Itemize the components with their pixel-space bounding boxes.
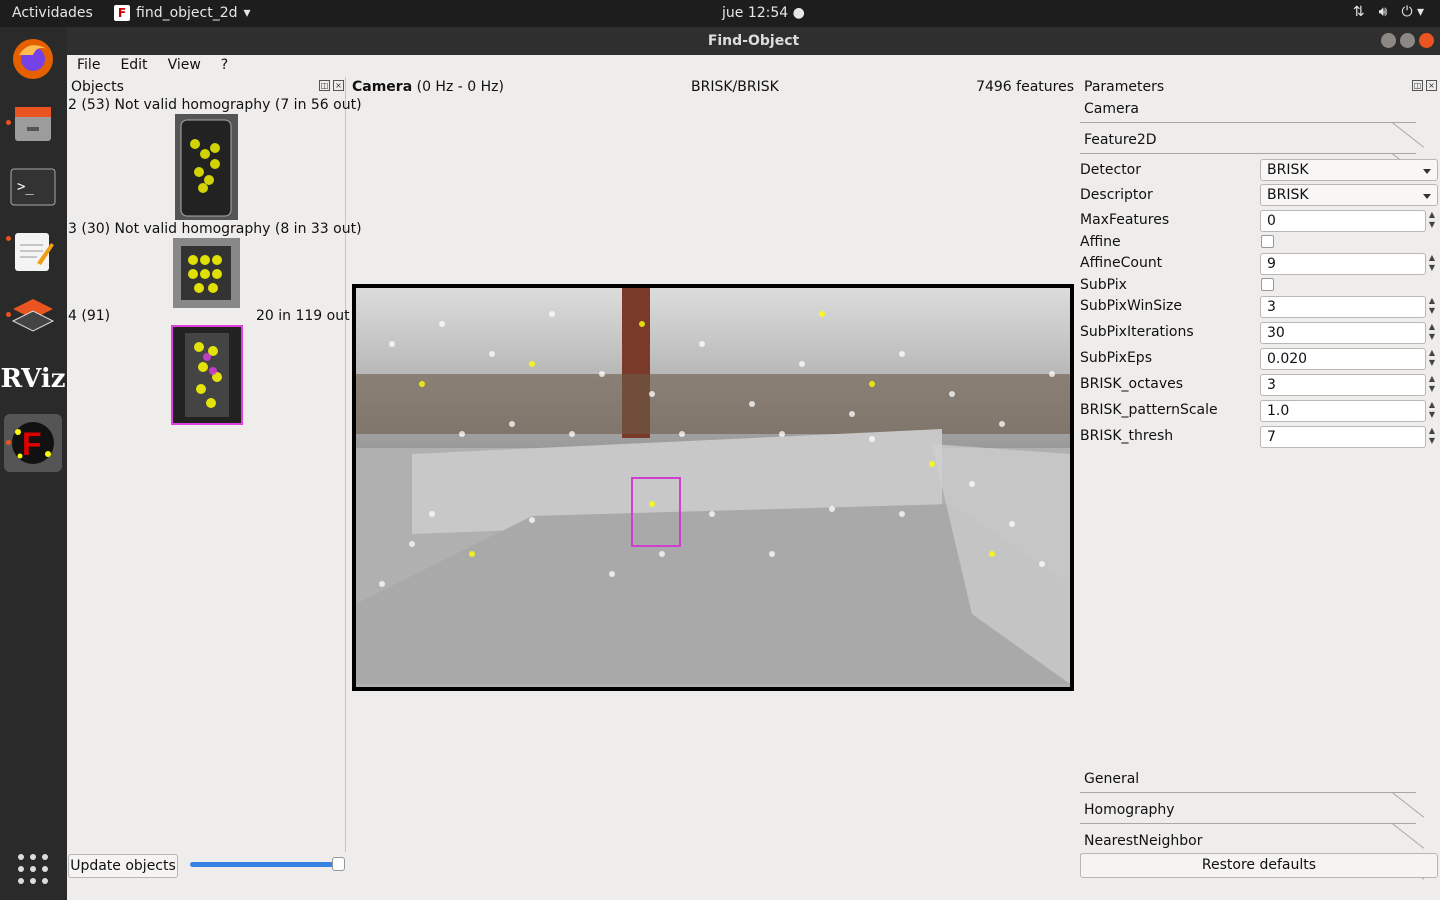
affine-label: Affine [1080, 234, 1121, 250]
descriptor-label: Descriptor [1080, 187, 1153, 203]
affinecount-label: AffineCount [1080, 255, 1163, 271]
firefox-icon[interactable] [4, 30, 62, 88]
menu-bar: File Edit View ? [67, 55, 1440, 77]
parameters-title: Parameters [1084, 79, 1165, 95]
camera-title: Camera [352, 79, 413, 95]
object-label: 4 (91) [68, 308, 111, 324]
detector-label: Detector [1080, 162, 1142, 178]
window-title-bar: Find-Object [67, 27, 1440, 55]
detector-select[interactable]: BRISK [1260, 159, 1438, 181]
section-homography[interactable]: Homography [1080, 798, 1425, 849]
camera-image [356, 288, 1070, 687]
object-thumbnail-selected[interactable] [171, 325, 243, 425]
chevron-down-icon: ▾ [243, 5, 251, 21]
chevron-down-icon [1423, 194, 1431, 199]
maxfeatures-label: MaxFeatures [1080, 212, 1170, 228]
brisk-octaves-spinner[interactable]: ▲ ▼ [1426, 374, 1438, 396]
svg-text:F: F [22, 426, 42, 462]
svg-text:>_: >_ [17, 179, 34, 195]
update-objects-button[interactable]: Update objects [68, 854, 178, 878]
brisk-patternscale-label: BRISK_patternScale [1080, 402, 1218, 418]
activities-button[interactable]: Actividades [12, 5, 93, 21]
app-menu[interactable]: F find_object_2d ▾ [114, 5, 251, 21]
menu-file[interactable]: File [67, 55, 110, 77]
object-thumbnail[interactable] [175, 114, 238, 220]
subpixiterations-spinner[interactable]: ▲ ▼ [1426, 322, 1438, 344]
progress-slider[interactable] [190, 862, 344, 867]
section-general[interactable]: General [1080, 767, 1425, 818]
subpix-label: SubPix [1080, 277, 1127, 293]
slider-handle[interactable] [332, 857, 345, 871]
object-label: 2 (53) Not valid homography (7 in 56 out… [68, 97, 362, 113]
brisk-thresh-input[interactable]: 7 [1260, 426, 1426, 448]
show-apps-icon[interactable] [4, 840, 62, 898]
objects-panel: Objects ◫ × 2 (53) Not valid homography … [67, 77, 362, 852]
maxfeatures-input[interactable]: 0 [1260, 210, 1426, 232]
objects-title: Objects [71, 79, 124, 95]
files-icon[interactable] [4, 94, 62, 152]
subpixeps-label: SubPixEps [1080, 350, 1152, 366]
find-object-dock-icon[interactable]: F [4, 414, 62, 472]
float-icon[interactable]: ◫ [1412, 80, 1423, 91]
subpixeps-input[interactable]: 0.020 [1260, 348, 1426, 370]
feature-count: 7496 features [976, 79, 1074, 95]
app-name: find_object_2d [136, 5, 238, 21]
subpixeps-spinner[interactable]: ▲ ▼ [1426, 348, 1438, 370]
section-camera[interactable]: Camera [1080, 97, 1425, 148]
menu-edit[interactable]: Edit [110, 55, 157, 77]
object-thumbnail[interactable] [173, 238, 240, 308]
subpixiterations-label: SubPixIterations [1080, 324, 1194, 340]
subpixiterations-input[interactable]: 30 [1260, 322, 1426, 344]
subpixwinsize-label: SubPixWinSize [1080, 298, 1182, 314]
close-icon[interactable]: × [333, 80, 344, 91]
close-icon[interactable]: × [1426, 80, 1437, 91]
dock: >_ RViz F [0, 27, 67, 900]
layers-icon[interactable] [4, 286, 62, 344]
float-icon[interactable]: ◫ [319, 80, 330, 91]
camera-header: Camera (0 Hz - 0 Hz) BRISK/BRISK 7496 fe… [352, 77, 1074, 99]
power-icon: ⏻ ▾ [1401, 4, 1424, 20]
chevron-down-icon [1423, 169, 1431, 174]
brisk-octaves-input[interactable]: 3 [1260, 374, 1426, 396]
object-match-label: 20 in 119 out [256, 308, 350, 324]
descriptor-select[interactable]: BRISK [1260, 184, 1438, 206]
maximize-button[interactable] [1400, 33, 1415, 48]
top-bar: Actividades F find_object_2d ▾ jue 12:54… [0, 0, 1440, 27]
parameters-panel: Parameters ◫ × Camera Feature2D Detector… [1078, 77, 1440, 900]
affine-checkbox[interactable] [1261, 235, 1274, 248]
brisk-thresh-spinner[interactable]: ▲ ▼ [1426, 426, 1438, 448]
section-nearestneighbor[interactable]: NearestNeighbor [1080, 829, 1425, 880]
brisk-octaves-label: BRISK_octaves [1080, 376, 1184, 392]
menu-help[interactable]: ? [211, 55, 238, 77]
subpixwinsize-input[interactable]: 3 [1260, 296, 1426, 318]
volume-icon: 🔊︎ [1378, 4, 1388, 20]
close-button[interactable] [1419, 33, 1434, 48]
subpix-checkbox[interactable] [1261, 278, 1274, 291]
terminal-icon[interactable]: >_ [4, 158, 62, 216]
minimize-button[interactable] [1381, 33, 1396, 48]
restore-defaults-button[interactable]: Restore defaults [1080, 853, 1438, 878]
object-label: 3 (30) Not valid homography (8 in 33 out… [68, 221, 362, 237]
network-icon: ⇅ [1352, 4, 1365, 20]
clock[interactable]: jue 12:54 ● [722, 5, 805, 21]
rviz-icon[interactable]: RViz [0, 350, 65, 408]
window-title: Find-Object [707, 33, 800, 49]
affinecount-input[interactable]: 9 [1260, 253, 1426, 275]
brisk-patternscale-spinner[interactable]: ▲ ▼ [1426, 400, 1438, 422]
system-tray[interactable]: ⇅ 🔊︎ ⏻ ▾ [1353, 4, 1424, 20]
subpixwinsize-spinner[interactable]: ▲ ▼ [1426, 296, 1438, 318]
camera-view[interactable] [352, 284, 1074, 691]
algorithm-label: BRISK/BRISK [691, 79, 779, 95]
find-object-icon: F [114, 5, 130, 21]
maxfeatures-spinner[interactable]: ▲ ▼ [1426, 210, 1438, 232]
section-feature2d[interactable]: Feature2D [1080, 128, 1425, 179]
menu-view[interactable]: View [158, 55, 211, 77]
camera-rate: (0 Hz - 0 Hz) [416, 79, 504, 95]
affinecount-spinner[interactable]: ▲ ▼ [1426, 253, 1438, 275]
text-editor-icon[interactable] [4, 222, 62, 280]
brisk-thresh-label: BRISK_thresh [1080, 428, 1174, 444]
brisk-patternscale-input[interactable]: 1.0 [1260, 400, 1426, 422]
